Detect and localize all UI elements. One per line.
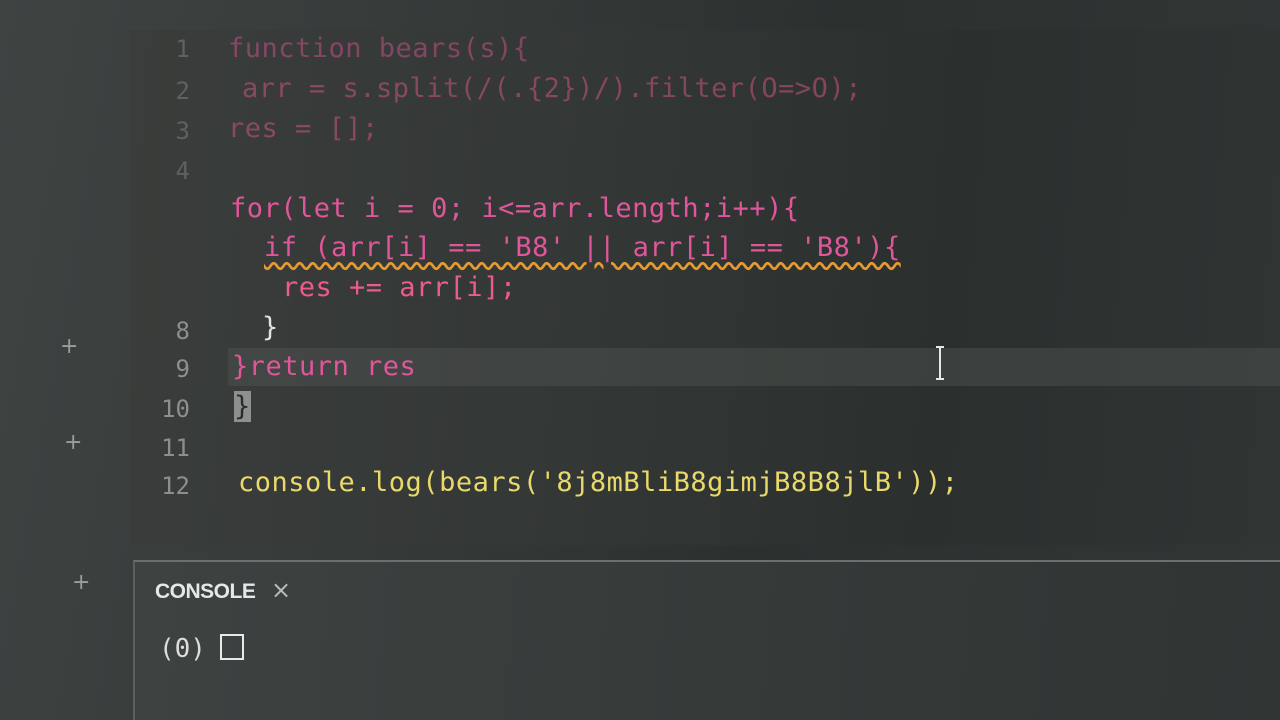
empty-box-icon — [219, 634, 244, 660]
line-number: 12 — [161, 472, 190, 500]
console-output: (0) — [159, 634, 244, 664]
code-line[interactable]: console.log(bears('8j8mBliB8gimjB8B8jlB'… — [238, 467, 958, 498]
line-number: 10 — [161, 395, 190, 423]
if-condition: if (arr[i] == 'B8' || arr[i] == 'B8'){ — [264, 232, 901, 263]
line-number: 3 — [175, 117, 190, 145]
code-line[interactable]: } — [234, 391, 251, 422]
plus-icon: + — [60, 334, 79, 359]
code-line[interactable]: res = []; — [228, 113, 379, 144]
code-line[interactable]: for(let i = 0; i<=arr.length;i++){ — [230, 193, 800, 224]
console-title: CONSOLE — [155, 580, 256, 603]
plus-icon: + — [64, 430, 83, 455]
for-keyword: for(let i = 0; i<=arr.length;i++){ — [230, 193, 800, 224]
code-line[interactable]: arr = s.split(/(.{2})/).filter(O=>O); — [242, 73, 862, 104]
text-cursor: } — [234, 391, 251, 422]
ibeam-cursor-icon — [936, 346, 944, 380]
code-line[interactable]: }return res — [232, 351, 416, 382]
line-number: 2 — [175, 77, 190, 105]
plus-icon: + — [72, 570, 91, 595]
screen: 1 2 3 4 8 9 10 11 12 function bears(s){ … — [0, 0, 1280, 720]
code-line[interactable]: res += arr[i]; — [282, 272, 517, 303]
line-number: 9 — [175, 355, 190, 383]
code-line[interactable]: if (arr[i] == 'B8' || arr[i] == 'B8'){ — [264, 232, 901, 263]
line-number: 1 — [175, 35, 190, 63]
close-icon[interactable]: × — [271, 576, 291, 604]
line-number: 4 — [175, 157, 190, 185]
line-number: 8 — [175, 317, 190, 345]
console-output-text: (0) — [159, 634, 206, 664]
console-panel: CONSOLE × (0) — [133, 560, 1280, 720]
code-line[interactable]: function bears(s){ — [228, 33, 530, 64]
code-line[interactable]: } — [262, 312, 279, 343]
line-number: 11 — [161, 434, 190, 462]
